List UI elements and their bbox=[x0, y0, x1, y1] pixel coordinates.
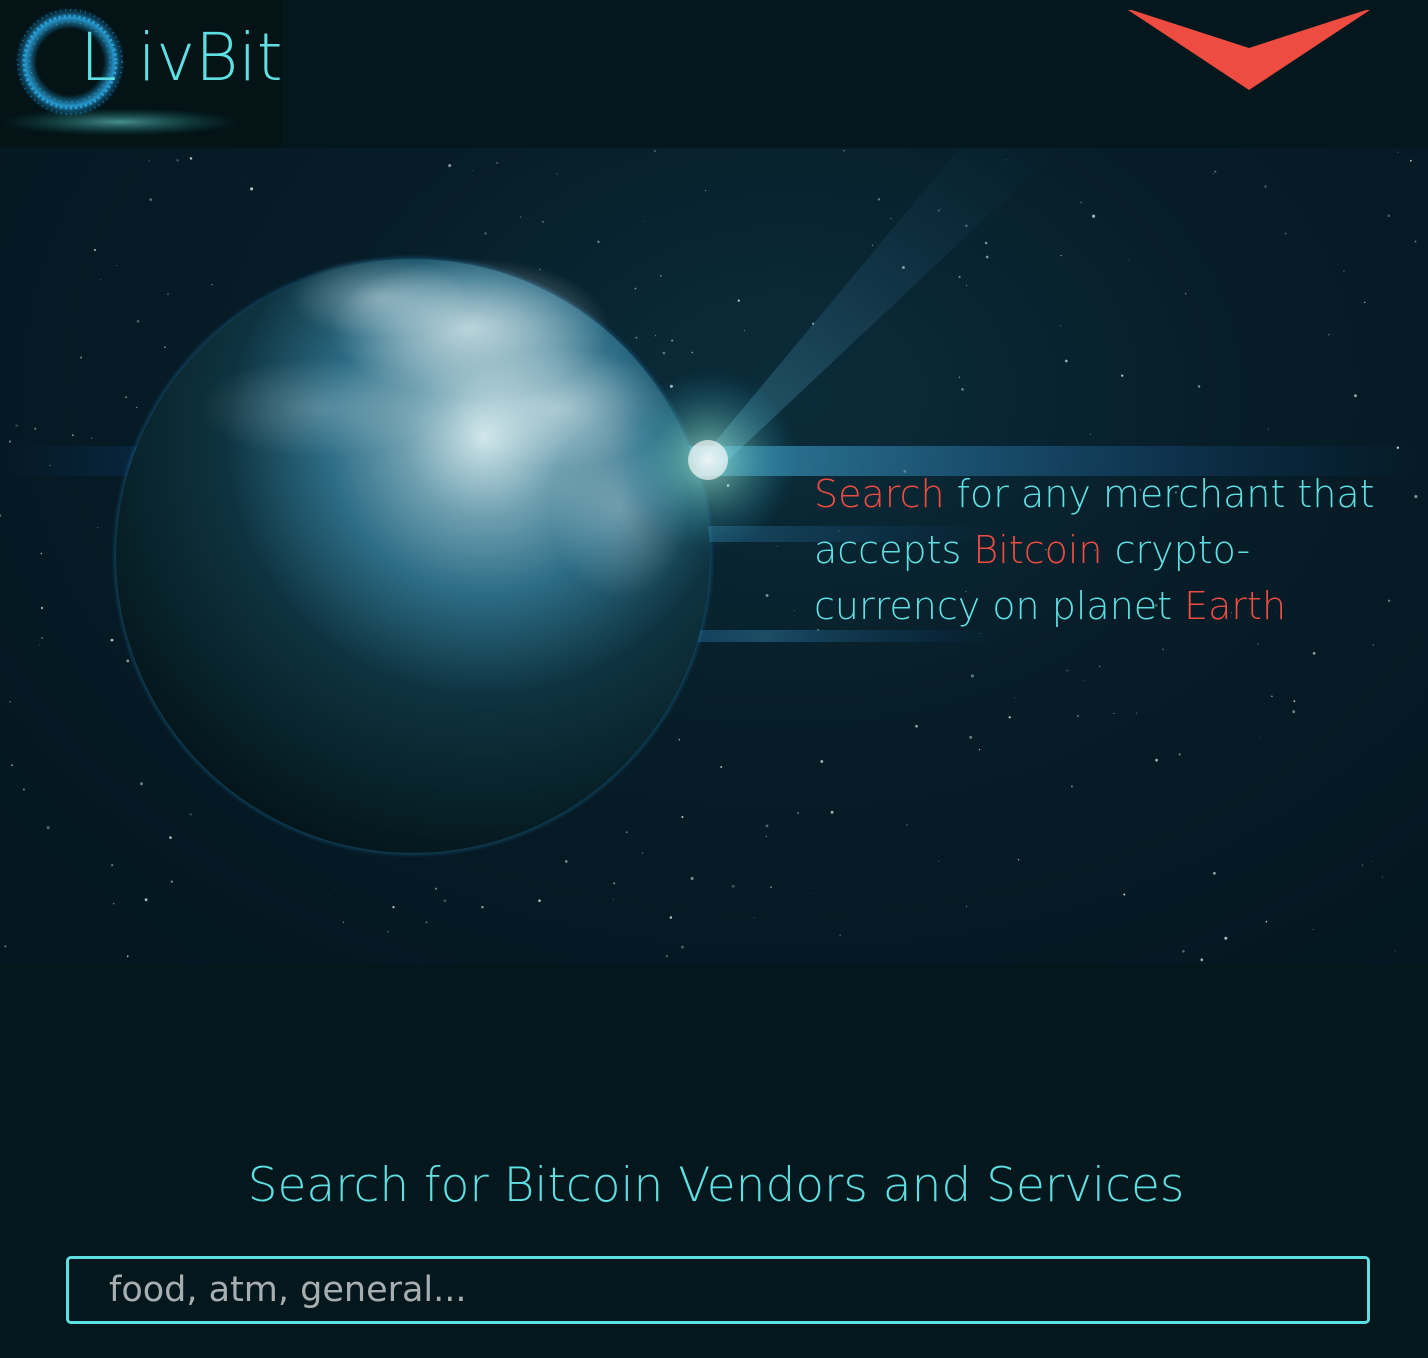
hero-tagline: Search for any merchant that accepts Bit… bbox=[814, 466, 1394, 634]
tagline-highlight-search: Search bbox=[814, 472, 945, 516]
search-input[interactable] bbox=[66, 1256, 1370, 1324]
chevron-down-icon[interactable] bbox=[1128, 8, 1370, 92]
hero-banner: Search for any merchant that accepts Bit… bbox=[0, 148, 1428, 964]
search-heading: Search for Bitcoin Vendors and Services bbox=[247, 1158, 1185, 1213]
logo-text: L ivBit bbox=[80, 19, 282, 96]
logo[interactable]: L ivBit bbox=[0, 0, 282, 147]
tagline-highlight-earth: Earth bbox=[1184, 584, 1287, 628]
page: L ivBit Search for any merchant that acc… bbox=[0, 0, 1428, 1358]
tagline-highlight-bitcoin: Bitcoin bbox=[973, 528, 1103, 572]
